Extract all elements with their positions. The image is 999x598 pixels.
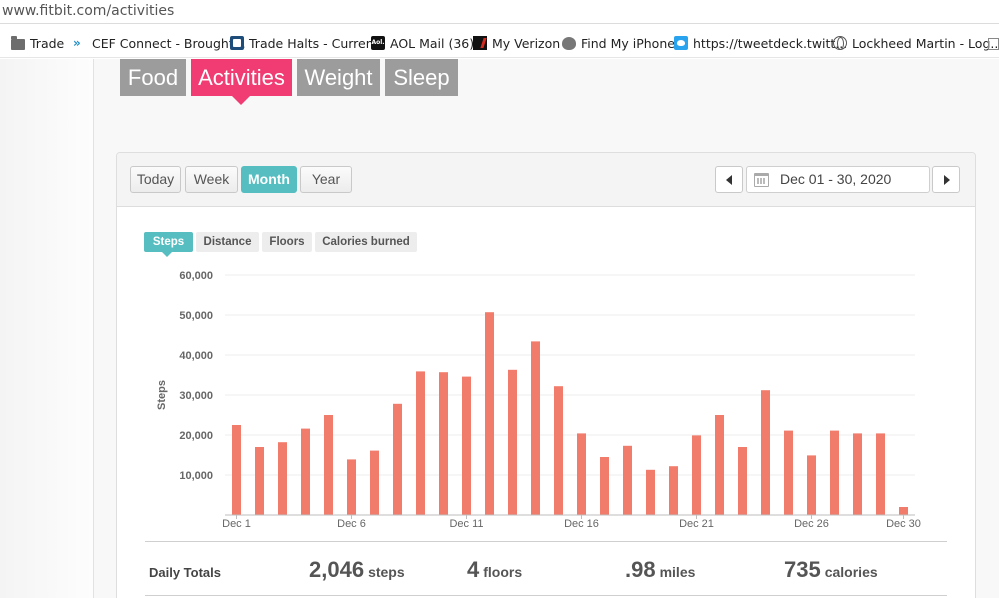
total-miles: .98 miles [625,557,695,583]
bar-dec-30[interactable] [899,507,908,515]
bar-dec-27[interactable] [830,430,839,515]
bar-dec-11[interactable] [462,376,471,515]
bar-dec-1[interactable] [232,425,241,515]
bar-dec-28[interactable] [853,433,862,515]
bar-dec-4[interactable] [301,428,310,515]
bar-dec-16[interactable] [577,433,586,515]
bar-dec-22[interactable] [715,415,724,515]
bar-dec-8[interactable] [393,403,402,515]
bar-dec-5[interactable] [324,415,333,515]
totals-divider-bottom [145,595,947,596]
x-tick-label: Dec 11 [449,518,483,530]
browser-window: www.fitbit.com/activities Trade » CEF Co… [0,0,999,598]
bar-dec-20[interactable] [669,466,678,515]
totals-divider-top [145,541,947,542]
x-tick-label: Dec 1 [222,518,251,530]
total-steps-value: 2,046 [309,557,365,582]
bar-dec-29[interactable] [876,433,885,515]
bar-dec-23[interactable] [738,447,747,515]
total-steps-unit: steps [368,564,405,580]
bar-dec-6[interactable] [347,459,356,515]
total-floors-value: 4 [467,557,480,582]
x-tick-label: Dec 21 [679,518,714,530]
bar-dec-3[interactable] [278,442,287,515]
bar-dec-18[interactable] [623,445,632,515]
bar-dec-26[interactable] [807,455,816,515]
bar-dec-17[interactable] [600,457,609,515]
bar-dec-13[interactable] [508,369,517,515]
bar-dec-9[interactable] [416,371,425,515]
y-tick-label: 20,000 [179,430,213,442]
total-calories: 735 calories [784,557,878,583]
total-floors: 4 floors [467,557,522,583]
daily-totals-label: Daily Totals [149,565,222,580]
bar-dec-10[interactable] [439,372,448,515]
bar-dec-14[interactable] [531,341,540,515]
bar-dec-12[interactable] [485,312,494,515]
bar-dec-2[interactable] [255,447,264,515]
bar-dec-19[interactable] [646,469,655,515]
bar-dec-15[interactable] [554,386,563,515]
x-tick-label: Dec 26 [794,518,829,530]
bar-dec-7[interactable] [370,450,379,515]
bar-dec-21[interactable] [692,435,701,515]
total-calories-unit: calories [824,564,878,580]
y-axis-ticks: 60,000 50,000 40,000 30,000 20,000 10,000 [179,270,213,482]
x-axis-ticks: Dec 1 Dec 6 Dec 11 Dec 16 Dec 21 Dec 26 Dec 30 [222,515,921,530]
x-tick-label: Dec 16 [564,518,599,530]
x-tick-label: Dec 30 [886,518,921,530]
total-calories-value: 735 [784,557,821,582]
chart-bars [232,312,908,515]
y-tick-label: 60,000 [179,270,213,282]
y-tick-label: 30,000 [179,390,213,402]
steps-bar-chart: 60,000 50,000 40,000 30,000 20,000 10,000 Dec… [156,270,921,530]
bar-dec-25[interactable] [784,430,793,515]
total-floors-unit: floors [483,564,523,580]
y-axis-label: Steps [156,380,168,410]
bar-dec-24[interactable] [761,390,770,515]
y-tick-label: 10,000 [179,470,213,482]
y-tick-label: 50,000 [179,310,213,322]
x-tick-label: Dec 6 [337,518,366,530]
total-miles-value: .98 [625,557,656,582]
total-steps: 2,046 steps [309,557,405,583]
total-miles-unit: miles [659,564,696,580]
y-tick-label: 40,000 [179,350,213,362]
